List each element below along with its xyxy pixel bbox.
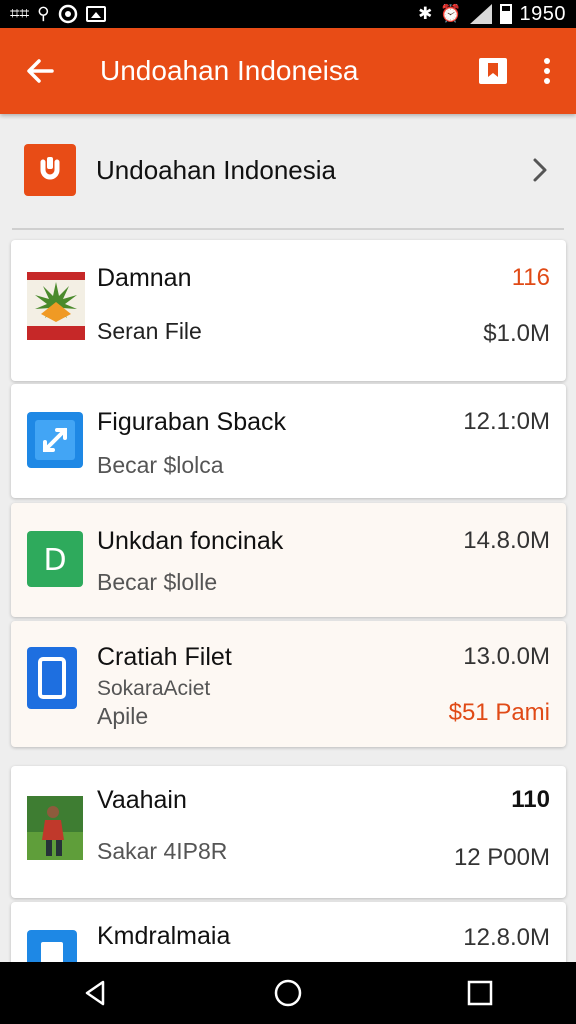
whatsapp-icon	[58, 4, 77, 24]
item-subtitle-2: Apile	[97, 703, 149, 729]
item-title: Figuraban Sback	[97, 408, 287, 436]
gallery-icon: ⚲	[37, 3, 50, 24]
blue-document-icon	[27, 647, 77, 709]
status-left: ⌗⌗ ⚲	[10, 4, 106, 24]
item-size: 13.0.0M	[463, 643, 550, 670]
notification-glyphs-icon: ⌗⌗	[10, 3, 30, 24]
app-logo-icon	[24, 144, 76, 196]
bookmark-icon	[479, 58, 507, 84]
svg-text:D: D	[43, 543, 66, 578]
more-vert-icon	[544, 58, 550, 84]
list-item[interactable]: Cratiah Filet SokaraAciet Apile 13.0.0M …	[11, 621, 566, 747]
item-title: Damnan	[97, 264, 192, 292]
nav-home-button[interactable]	[248, 962, 328, 1024]
item-value: 110	[511, 786, 550, 813]
bookmark-button[interactable]	[468, 28, 518, 114]
item-title: Vaahain	[97, 786, 187, 814]
nav-recents-icon	[467, 980, 493, 1006]
arrow-back-icon	[27, 59, 54, 83]
nav-back-icon	[85, 980, 105, 1006]
divider	[12, 228, 564, 230]
alarm-icon: ⏰	[440, 3, 462, 24]
category-header[interactable]: Undoahan Indonesia	[0, 118, 576, 222]
item-size: 12.1:0M	[463, 408, 550, 435]
navigation-bar	[0, 962, 576, 1024]
nav-home-icon	[274, 979, 302, 1007]
battery-icon	[499, 4, 512, 24]
list-item[interactable]: Figuraban Sback Becar $lolca 12.1:0M	[11, 384, 566, 498]
item-subtitle: Becar $lolca	[97, 452, 224, 478]
app-bar: Undoahan Indoneisa	[0, 28, 576, 114]
bluetooth-icon: ✱	[418, 3, 433, 24]
item-subtitle: Becar $lolle	[97, 569, 218, 595]
list-item[interactable]: D Unkdan foncinak Becar $lolle 14.8.0M	[11, 503, 566, 617]
chevron-right-icon	[533, 158, 547, 182]
nav-back-button[interactable]	[56, 962, 136, 1024]
green-d-icon: D	[27, 531, 83, 587]
back-button[interactable]	[10, 28, 70, 114]
item-value: 116	[511, 264, 550, 291]
item-title: Unkdan foncinak	[97, 527, 284, 555]
item-subtitle: Sakar 4IP8R	[97, 838, 228, 864]
status-right: ✱ ⏰ 1950	[418, 3, 566, 26]
status-time: 1950	[519, 2, 566, 25]
item-size: 12.8.0M	[463, 924, 550, 951]
more-options-button[interactable]	[532, 28, 562, 114]
nav-recents-button[interactable]	[440, 962, 520, 1024]
photo-person-icon	[27, 796, 83, 860]
app-title: Undoahan Indoneisa	[100, 55, 359, 86]
item-size: 12 P00M	[453, 844, 550, 871]
item-title: Kmdralmaia	[97, 922, 231, 950]
signal-icon	[469, 4, 492, 24]
item-subtitle: Seran File	[97, 318, 202, 344]
image-icon	[85, 6, 106, 22]
item-title: Cratiah Filet	[97, 643, 232, 671]
category-title: Undoahan Indonesia	[96, 154, 336, 185]
item-subtitle: SokaraAciet	[97, 677, 211, 700]
status-bar: ⌗⌗ ⚲ ✱ ⏰ 1950	[0, 0, 576, 28]
list-item[interactable]: Vaahain Sakar 4IP8R 110 12 P00M	[11, 766, 566, 898]
item-price: $51 Pami	[448, 699, 550, 726]
item-size: 14.8.0M	[463, 527, 550, 554]
blue-app-icon	[27, 412, 83, 468]
flag-landscape-icon	[27, 272, 85, 340]
item-size: $1.0M	[483, 320, 550, 347]
list-item[interactable]: Damnan Seran File 116 $1.0M	[11, 240, 566, 381]
